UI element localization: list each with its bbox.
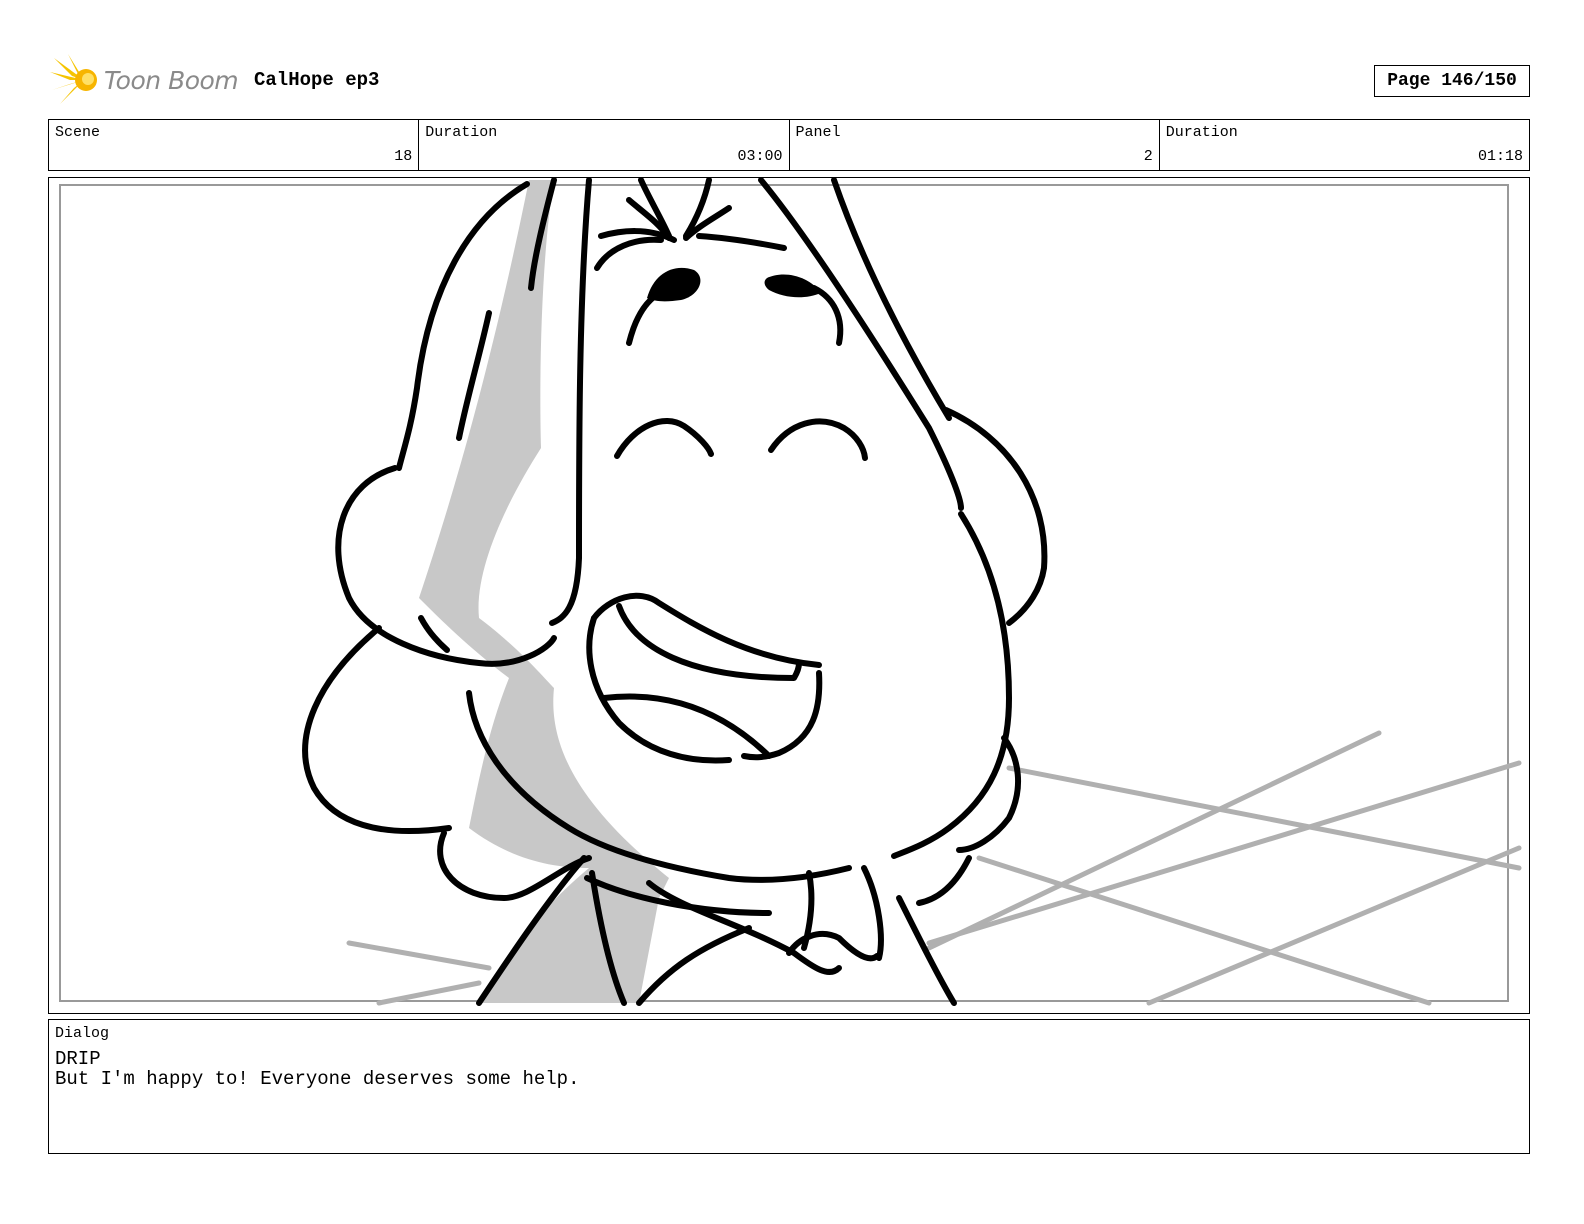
scene-duration-cell: Duration 03:00 <box>419 120 790 170</box>
toon-boom-logo: Toon Boom <box>50 52 240 108</box>
right-brow <box>764 274 821 298</box>
panel-value: 2 <box>1143 148 1153 165</box>
dialog-box: Dialog DRIP But I'm happy to! Everyone d… <box>48 1019 1530 1154</box>
storyboard-sketch <box>59 178 1522 1006</box>
scene-label: Scene <box>55 124 101 141</box>
project-title: CalHope ep3 <box>254 69 380 91</box>
character-linework <box>302 178 1048 1006</box>
dialog-speaker: DRIP <box>55 1048 101 1070</box>
scene-info-row: Scene 18 Duration 03:00 Panel 2 Duration… <box>48 119 1530 171</box>
storyboard-panel <box>48 177 1530 1014</box>
logo-text: Toon Boom <box>104 66 239 95</box>
panel-cell: Panel 2 <box>790 120 1160 170</box>
scene-cell: Scene 18 <box>49 120 420 170</box>
panel-label: Panel <box>795 124 841 141</box>
left-brow <box>647 267 701 302</box>
toon-boom-burst-icon <box>50 54 97 104</box>
dialog-label: Dialog <box>55 1025 110 1042</box>
panel-duration-label: Duration <box>1165 124 1238 141</box>
page-number: Page 146/150 <box>1374 65 1530 97</box>
panel-duration-value: 01:18 <box>1477 148 1523 165</box>
scene-value: 18 <box>394 148 413 165</box>
scene-duration-label: Duration <box>425 124 498 141</box>
scene-duration-value: 03:00 <box>737 148 783 165</box>
panel-duration-cell: Duration 01:18 <box>1160 120 1529 170</box>
dialog-line: But I'm happy to! Everyone deserves some… <box>55 1068 580 1090</box>
